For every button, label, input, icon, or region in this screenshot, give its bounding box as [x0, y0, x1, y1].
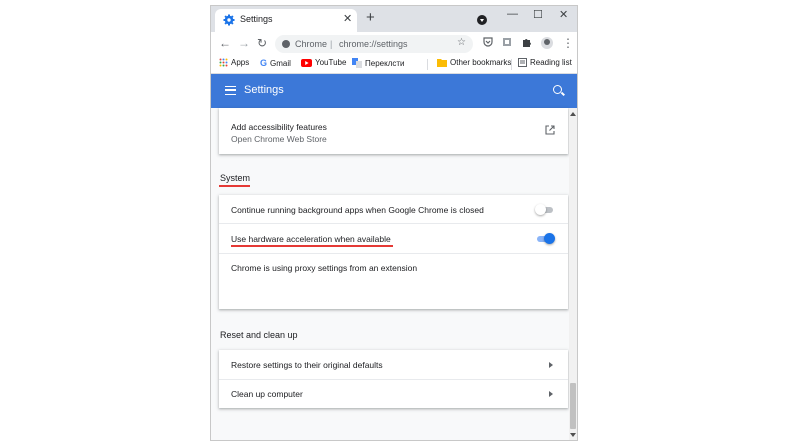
- scrollbar-thumb[interactable]: [570, 383, 576, 429]
- bookmark-star-icon[interactable]: ☆: [457, 37, 466, 48]
- maximize-button[interactable]: ☐: [533, 8, 543, 21]
- bookmark-label: YouTube: [315, 58, 347, 67]
- translate-icon: [352, 58, 362, 68]
- system-card: Continue running background apps when Go…: [219, 195, 568, 309]
- reload-button[interactable]: ↻: [257, 36, 267, 50]
- bookmarks-divider: [511, 59, 512, 70]
- tab-strip: Settings ✕ + — ☐ ✕: [211, 6, 577, 32]
- restore-defaults-row[interactable]: Restore settings to their original defau…: [219, 350, 568, 379]
- reading-list-icon: [518, 58, 527, 67]
- omnibox-site-label: Chrome: [295, 39, 328, 49]
- bookmark-label: Reading list: [530, 58, 572, 67]
- background-apps-label: Continue running background apps when Go…: [231, 205, 484, 215]
- other-bookmarks[interactable]: Other bookmarks: [437, 58, 511, 67]
- background-apps-toggle[interactable]: [535, 204, 555, 216]
- chevron-right-icon: [549, 391, 553, 397]
- search-icon[interactable]: [553, 85, 562, 94]
- reset-section-title: Reset and clean up: [220, 330, 298, 340]
- external-link-icon[interactable]: [545, 125, 555, 135]
- bookmark-translate[interactable]: Переклсти: [352, 58, 405, 68]
- hamburger-menu-icon[interactable]: [225, 86, 236, 95]
- bookmark-label: Переклсти: [365, 58, 405, 68]
- hardware-acceleration-label: Use hardware acceleration when available: [231, 234, 391, 244]
- proxy-settings-note: Chrome is using proxy settings from an e…: [231, 263, 418, 273]
- reset-card: Restore settings to their original defau…: [219, 350, 568, 408]
- bookmark-label: Gmail: [270, 58, 291, 68]
- youtube-icon: [301, 58, 312, 67]
- settings-content: Add accessibility features Open Chrome W…: [211, 108, 569, 440]
- settings-header: Settings: [211, 74, 577, 108]
- clean-up-computer-label: Clean up computer: [231, 389, 303, 399]
- bookmarks-bar: Apps G Gmail YouTube Переклсти Other boo…: [211, 56, 577, 74]
- bookmark-youtube[interactable]: YouTube: [301, 58, 346, 67]
- row-divider: [219, 223, 568, 224]
- pocket-icon[interactable]: [483, 37, 493, 51]
- apps-grid-icon: [219, 58, 228, 67]
- address-bar[interactable]: Chrome | chrome://settings ☆: [275, 35, 473, 53]
- browser-window: Settings ✕ + — ☐ ✕ ← → ↻ Chrome | chrome…: [210, 5, 578, 441]
- profile-avatar[interactable]: [541, 37, 553, 49]
- omnibox-url[interactable]: chrome://settings: [339, 39, 408, 49]
- tab-title: Settings: [240, 14, 273, 24]
- new-tab-button[interactable]: +: [366, 9, 375, 27]
- bookmarks-divider: [427, 59, 428, 70]
- omnibox-separator: |: [330, 39, 333, 49]
- minimize-button[interactable]: —: [507, 8, 518, 20]
- scroll-down-arrow-icon[interactable]: [570, 433, 576, 437]
- folder-icon: [437, 59, 447, 67]
- toolbar: ← → ↻ Chrome | chrome://settings ☆ ⋮: [211, 32, 577, 56]
- chevron-right-icon: [549, 362, 553, 368]
- puzzle-extensions-icon[interactable]: [521, 37, 532, 52]
- chrome-icon: [282, 40, 290, 48]
- tab-settings[interactable]: Settings ✕: [215, 9, 357, 32]
- scrollbar[interactable]: [569, 108, 577, 440]
- system-section-title: System: [220, 173, 251, 183]
- annotation-underline: [231, 245, 393, 247]
- back-button[interactable]: ←: [219, 36, 231, 50]
- tab-close-icon[interactable]: ✕: [343, 12, 352, 25]
- page-title: Settings: [244, 84, 284, 96]
- reading-list[interactable]: Reading list: [518, 58, 572, 67]
- forward-button[interactable]: →: [238, 36, 250, 50]
- toggle-knob: [544, 233, 555, 244]
- scroll-up-arrow-icon[interactable]: [570, 112, 576, 116]
- accessibility-subtitle: Open Chrome Web Store: [231, 134, 327, 144]
- toggle-knob: [535, 204, 546, 215]
- google-icon: G: [260, 58, 268, 68]
- accessibility-card[interactable]: Add accessibility features Open Chrome W…: [219, 108, 568, 154]
- extension-icon[interactable]: [502, 37, 512, 51]
- tab-search-icon[interactable]: [477, 15, 487, 25]
- bookmark-label: Other bookmarks: [450, 58, 512, 67]
- bookmark-gmail[interactable]: G Gmail: [260, 58, 291, 68]
- close-window-button[interactable]: ✕: [559, 8, 568, 21]
- accessibility-title: Add accessibility features: [231, 122, 327, 132]
- menu-icon[interactable]: ⋮: [562, 36, 574, 50]
- clean-up-computer-row[interactable]: Clean up computer: [219, 379, 568, 408]
- hardware-acceleration-toggle[interactable]: [535, 233, 555, 245]
- bookmark-label: Apps: [231, 58, 250, 67]
- bookmark-apps[interactable]: Apps: [219, 58, 249, 67]
- row-divider: [219, 253, 568, 254]
- annotation-underline: [219, 185, 250, 187]
- gear-icon: [223, 14, 235, 26]
- restore-defaults-label: Restore settings to their original defau…: [231, 360, 383, 370]
